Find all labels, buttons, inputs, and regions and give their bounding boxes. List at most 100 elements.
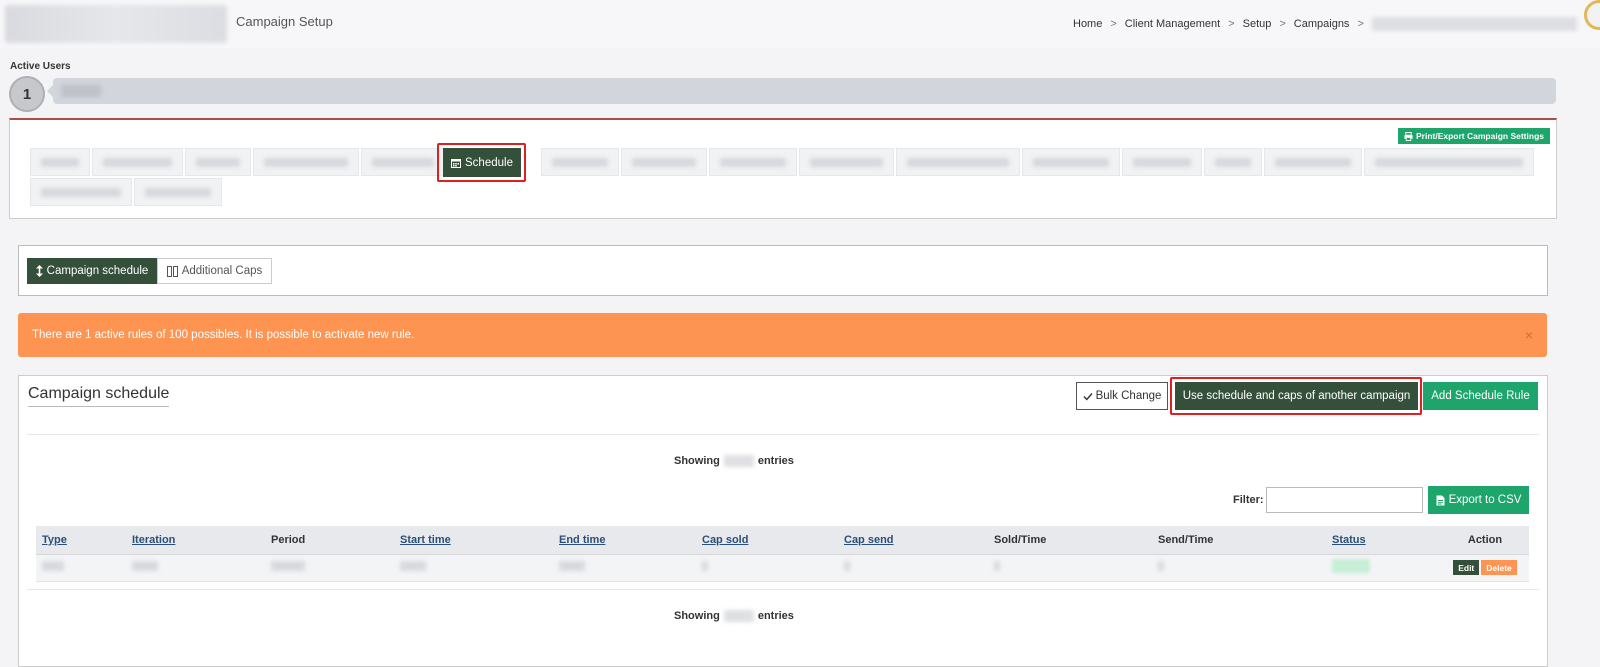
nav-tab[interactable] — [30, 148, 90, 176]
filter-input[interactable] — [1266, 487, 1423, 513]
nav-tab[interactable] — [621, 148, 707, 176]
nav-tab[interactable] — [30, 178, 132, 206]
column-cap-send[interactable]: Cap send — [838, 526, 988, 555]
columns-icon — [166, 265, 178, 277]
showing-suffix: entries — [757, 455, 794, 467]
nav-tab[interactable] — [1204, 148, 1262, 176]
cell-actions: Edit Delete — [1441, 554, 1529, 582]
cell-status — [1326, 554, 1441, 582]
export-csv-button[interactable]: Export to CSV — [1428, 486, 1529, 514]
column-send-time: Send/Time — [1152, 526, 1326, 555]
export-csv-label: Export to CSV — [1448, 494, 1522, 506]
schedule-section-title: Campaign schedule — [28, 385, 170, 407]
use-other-campaign-button[interactable]: Use schedule and caps of another campaig… — [1175, 382, 1418, 410]
column-end-time[interactable]: End time — [553, 526, 696, 555]
table-header-row: Type Iteration Period Start time End tim… — [36, 526, 1529, 555]
print-icon — [1404, 131, 1413, 141]
active-users-label: Active Users — [10, 61, 71, 72]
check-icon — [1083, 392, 1093, 401]
file-icon — [1436, 495, 1445, 505]
alert-message: There are 1 active rules of 100 possible… — [32, 329, 415, 341]
logo[interactable] — [5, 5, 227, 43]
nav-tab[interactable] — [185, 148, 251, 176]
cell-iteration — [126, 554, 265, 582]
divider — [27, 434, 1539, 435]
edit-button[interactable]: Edit — [1453, 560, 1480, 575]
column-action: Action — [1441, 526, 1529, 555]
column-iteration[interactable]: Iteration — [126, 526, 265, 555]
cell-end-time — [553, 554, 696, 582]
column-type[interactable]: Type — [36, 526, 126, 555]
nav-tab[interactable] — [361, 148, 445, 176]
column-period: Period — [265, 526, 394, 555]
active-rules-alert: There are 1 active rules of 100 possible… — [18, 313, 1547, 357]
breadcrumb-current-campaign — [1371, 17, 1577, 31]
showing-prefix: Showing — [674, 455, 720, 467]
tab-additional-caps[interactable]: Additional Caps — [157, 258, 272, 284]
cell-send-time — [1152, 554, 1326, 582]
showing-suffix: entries — [757, 610, 794, 622]
column-status[interactable]: Status — [1326, 526, 1441, 555]
tab-additional-caps-label: Additional Caps — [181, 265, 263, 277]
breadcrumb-campaigns[interactable]: Campaigns — [1294, 18, 1350, 30]
tab-schedule-label: Schedule — [465, 156, 513, 169]
print-export-button[interactable]: Print/Export Campaign Settings — [1398, 128, 1550, 144]
active-user-name — [61, 85, 101, 97]
tab-campaign-schedule-label: Campaign schedule — [46, 265, 149, 277]
cell-start-time — [394, 554, 553, 582]
showing-prefix: Showing — [674, 610, 720, 622]
nav-tabs-row-2 — [30, 178, 224, 206]
tab-campaign-schedule[interactable]: Campaign schedule — [27, 258, 157, 284]
breadcrumb-home[interactable]: Home — [1073, 18, 1102, 30]
active-users-bar — [47, 78, 1556, 104]
showing-entries-top: Showing entries — [674, 455, 794, 467]
nav-tab[interactable] — [799, 148, 894, 176]
user-avatar[interactable] — [1584, 0, 1600, 30]
campaign-schedule-panel — [18, 375, 1548, 667]
showing-count — [723, 610, 754, 622]
page-title: Campaign Setup — [236, 14, 333, 29]
calendar-icon — [451, 158, 462, 168]
showing-entries-bottom: Showing entries — [674, 610, 794, 622]
breadcrumb-setup[interactable]: Setup — [1243, 18, 1272, 30]
table-row: Edit Delete — [36, 554, 1529, 582]
column-sold-time: Sold/Time — [988, 526, 1152, 555]
breadcrumb-separator: > — [1110, 18, 1117, 30]
nav-tab[interactable] — [709, 148, 797, 176]
nav-tab[interactable] — [1122, 148, 1202, 176]
divider — [27, 589, 1539, 590]
breadcrumb: Home > Client Management > Setup > Campa… — [1073, 17, 1577, 31]
breadcrumb-separator: > — [1279, 18, 1286, 30]
column-start-time[interactable]: Start time — [394, 526, 553, 555]
nav-tab[interactable] — [253, 148, 359, 176]
cell-cap-send — [838, 554, 988, 582]
tab-schedule[interactable]: Schedule — [443, 148, 521, 177]
updown-arrow-icon — [35, 265, 43, 277]
delete-button[interactable]: Delete — [1481, 560, 1517, 575]
cell-cap-sold — [696, 554, 838, 582]
nav-tab[interactable] — [134, 178, 222, 206]
breadcrumb-separator: > — [1357, 18, 1364, 30]
breadcrumb-separator: > — [1228, 18, 1235, 30]
nav-tabs-row-1 — [30, 148, 1536, 176]
cell-period — [265, 554, 394, 582]
add-schedule-rule-button[interactable]: Add Schedule Rule — [1423, 382, 1538, 410]
print-export-label: Print/Export Campaign Settings — [1416, 131, 1544, 141]
showing-count — [723, 455, 754, 467]
bulk-change-button[interactable]: Bulk Change — [1076, 382, 1168, 410]
status-badge — [1332, 559, 1370, 573]
campaign-nav-panel: Print/Export Campaign Settings — [9, 118, 1557, 219]
nav-tab[interactable] — [1264, 148, 1362, 176]
active-users-count: 1 — [9, 76, 45, 112]
nav-tab[interactable] — [541, 148, 619, 176]
close-icon[interactable]: × — [1525, 327, 1533, 343]
nav-tab[interactable] — [1022, 148, 1120, 176]
nav-tab[interactable] — [1364, 148, 1534, 176]
cell-type — [36, 554, 126, 582]
cell-sold-time — [988, 554, 1152, 582]
schedule-table: Type Iteration Period Start time End tim… — [36, 526, 1529, 582]
breadcrumb-client-management[interactable]: Client Management — [1125, 18, 1220, 30]
nav-tab[interactable] — [896, 148, 1020, 176]
nav-tab[interactable] — [92, 148, 183, 176]
column-cap-sold[interactable]: Cap sold — [696, 526, 838, 555]
